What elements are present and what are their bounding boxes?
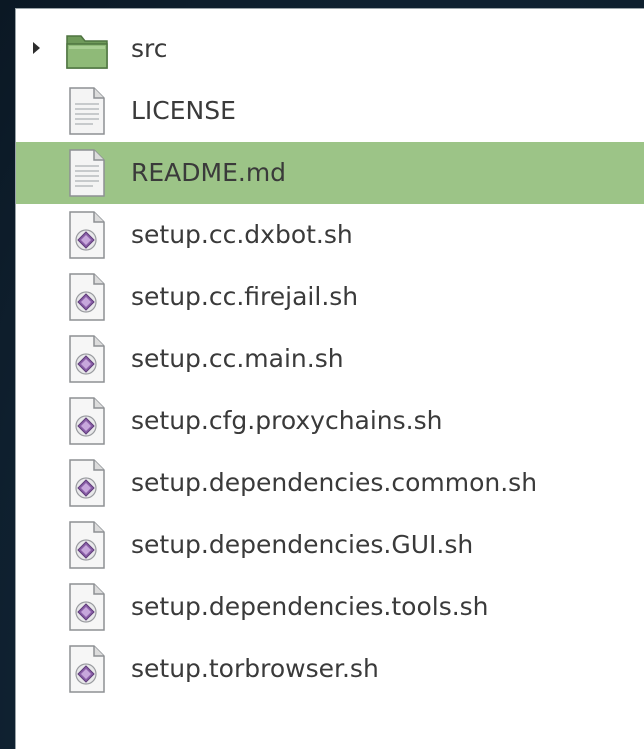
- file-name: LICENSE: [131, 96, 236, 125]
- file-name: setup.torbrowser.sh: [131, 654, 379, 683]
- expand-arrow-icon[interactable]: [33, 42, 40, 54]
- script-file-icon: [65, 210, 109, 260]
- file-row-script[interactable]: setup.cc.main.sh: [16, 328, 644, 390]
- file-row-script[interactable]: setup.cfg.proxychains.sh: [16, 390, 644, 452]
- folder-icon: [65, 24, 109, 74]
- text-file-icon: [65, 86, 109, 136]
- file-row-script[interactable]: setup.dependencies.common.sh: [16, 452, 644, 514]
- file-name: setup.cc.dxbot.sh: [131, 220, 353, 249]
- file-row-script[interactable]: setup.torbrowser.sh: [16, 638, 644, 700]
- script-file-icon: [65, 334, 109, 384]
- script-file-icon: [65, 396, 109, 446]
- script-file-icon: [65, 458, 109, 508]
- script-file-icon: [65, 644, 109, 694]
- file-name: setup.dependencies.GUI.sh: [131, 530, 474, 559]
- file-name: setup.cc.main.sh: [131, 344, 344, 373]
- file-row-script[interactable]: setup.cc.dxbot.sh: [16, 204, 644, 266]
- file-name: README.md: [131, 158, 287, 187]
- file-row-license[interactable]: LICENSE: [16, 80, 644, 142]
- file-name: setup.cfg.proxychains.sh: [131, 406, 443, 435]
- file-row-script[interactable]: setup.dependencies.GUI.sh: [16, 514, 644, 576]
- file-row-readme[interactable]: README.md: [16, 142, 644, 204]
- script-file-icon: [65, 582, 109, 632]
- file-row-script[interactable]: setup.cc.firejail.sh: [16, 266, 644, 328]
- file-name: setup.dependencies.tools.sh: [131, 592, 489, 621]
- script-file-icon: [65, 272, 109, 322]
- file-row-script[interactable]: setup.dependencies.tools.sh: [16, 576, 644, 638]
- file-row-src[interactable]: src: [16, 18, 644, 80]
- file-list-pane[interactable]: src LICENSE README.md setup.cc.dxbot.sh …: [15, 8, 644, 749]
- file-name: src: [131, 34, 168, 63]
- script-file-icon: [65, 520, 109, 570]
- file-name: setup.cc.firejail.sh: [131, 282, 359, 311]
- text-file-icon: [65, 148, 109, 198]
- file-name: setup.dependencies.common.sh: [131, 468, 538, 497]
